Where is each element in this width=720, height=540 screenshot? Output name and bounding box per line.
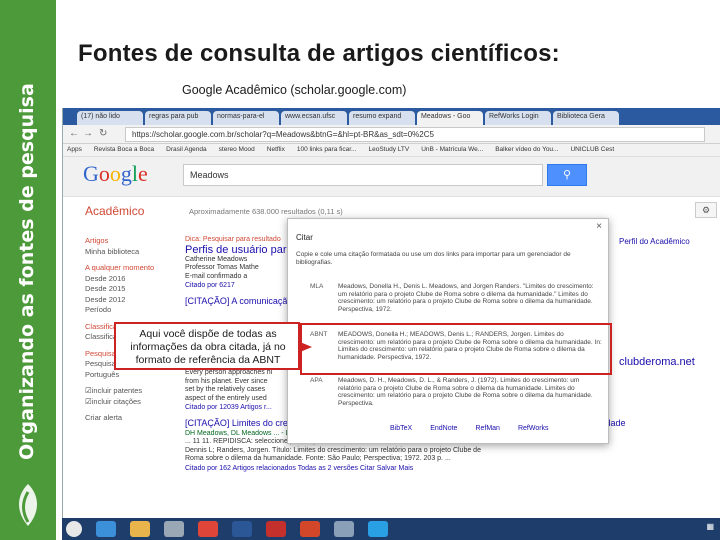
create-alert-button[interactable]: Criar alerta bbox=[85, 413, 185, 424]
academic-label: Acadêmico bbox=[85, 204, 145, 218]
slide-subtitle: Google Acadêmico (scholar.google.com) bbox=[182, 83, 407, 97]
bookmark[interactable]: stereo Mood bbox=[219, 144, 255, 156]
bookmark[interactable]: UNICLUB Cest bbox=[570, 144, 614, 156]
export-links: BibTeX EndNote RefMan RefWorks bbox=[390, 425, 567, 432]
tab-bar: (17) não lido regras para pub normas-par… bbox=[63, 108, 720, 125]
sidebar-item-since[interactable]: Desde 2016 bbox=[85, 274, 185, 285]
sidebar-item-library[interactable]: Minha biblioteca bbox=[85, 247, 185, 258]
ie-icon[interactable] bbox=[96, 521, 116, 537]
bookmarks-bar: Apps Revista Boca a Boca Drasil Agenda s… bbox=[63, 144, 720, 157]
close-icon[interactable]: × bbox=[596, 221, 602, 232]
address-bar: ← → ↻ https://scholar.google.com.br/scho… bbox=[63, 125, 720, 144]
refman-link[interactable]: RefMan bbox=[475, 425, 500, 432]
scholar-profile-link[interactable]: Perfil do Acadêmico bbox=[619, 237, 690, 246]
browser-tab[interactable]: RefWorks Login bbox=[485, 111, 551, 125]
explorer-icon[interactable] bbox=[130, 521, 150, 537]
bookmark[interactable]: UnB - Matrícula We... bbox=[421, 144, 483, 156]
forward-icon[interactable]: → bbox=[83, 128, 93, 139]
gear-icon[interactable]: ⚙ bbox=[695, 202, 717, 218]
abnt-highlight-box bbox=[300, 323, 612, 375]
callout-text: Aqui você dispõe de todas as informações… bbox=[130, 328, 286, 366]
side-title: Organizando as fontes de pesquisa bbox=[16, 83, 38, 460]
bookmark[interactable]: Netflix bbox=[267, 144, 285, 156]
refworks-link[interactable]: RefWorks bbox=[518, 425, 549, 432]
search-button[interactable]: ⚲ bbox=[547, 164, 587, 186]
sidebar-item-articles[interactable]: Artigos bbox=[85, 236, 185, 247]
bookmark[interactable]: Drasil Agenda bbox=[166, 144, 206, 156]
browser-tab[interactable]: (17) não lido bbox=[77, 111, 143, 125]
system-tray-icon[interactable]: ▦ bbox=[706, 522, 714, 531]
citation-label: APA bbox=[310, 377, 323, 384]
sidebar-item-period[interactable]: Período bbox=[85, 305, 185, 316]
browser-tab[interactable]: Biblioteca Gera bbox=[553, 111, 619, 125]
start-icon[interactable] bbox=[66, 521, 82, 537]
bookmark[interactable]: Balker vídeo do You... bbox=[495, 144, 558, 156]
browser-tab[interactable]: www.ecsan.ufsc bbox=[281, 111, 347, 125]
bookmark[interactable]: Apps bbox=[67, 144, 82, 156]
browser-tab[interactable]: resumo expand bbox=[349, 111, 415, 125]
dialog-intro: Copie e cole uma citação formatada ou us… bbox=[296, 251, 571, 266]
media-icon[interactable] bbox=[164, 521, 184, 537]
reload-icon[interactable]: ↻ bbox=[99, 128, 107, 139]
citation-text[interactable]: Meadows, D. H., Meadows, D. L., & Rander… bbox=[338, 377, 602, 407]
browser-tab-active[interactable]: Meadows - Goo bbox=[417, 111, 483, 125]
bibtex-link[interactable]: BibTeX bbox=[390, 425, 412, 432]
result-links[interactable]: Citado por 162 Artigos relacionados Toda… bbox=[185, 464, 720, 473]
sidebar-item-anytime[interactable]: A qualquer momento bbox=[85, 263, 185, 274]
google-header: Google Meadows ⚲ bbox=[63, 157, 720, 197]
citation-apa[interactable]: APA Meadows, D. H., Meadows, D. L., & Ra… bbox=[310, 377, 602, 407]
arrow-right-icon bbox=[300, 342, 312, 352]
result-count: Aproximadamente 638.000 resultados (0,11… bbox=[189, 207, 343, 216]
bookmark[interactable]: 100 links para ficar... bbox=[297, 144, 357, 156]
citation-mla[interactable]: MLA Meadows, Donella H., Denis L. Meadow… bbox=[310, 283, 602, 313]
checkbox-patents[interactable]: incluir patentes bbox=[85, 386, 185, 397]
citation-text[interactable]: Meadows, Donella H., Denis L. Meadows, a… bbox=[338, 283, 602, 313]
photos-icon[interactable] bbox=[334, 521, 354, 537]
word-icon[interactable] bbox=[232, 521, 252, 537]
result-snippet: Roma sobre o dilema da humanidade. Fonte… bbox=[185, 455, 451, 462]
callout-box: Aqui você dispõe de todas as informações… bbox=[114, 322, 300, 370]
citation-label: MLA bbox=[310, 283, 324, 290]
slide-title: Fontes de consulta de artigos científico… bbox=[78, 40, 560, 67]
search-icon: ⚲ bbox=[562, 169, 572, 181]
bookmark[interactable]: Revista Boca a Boca bbox=[94, 144, 154, 156]
chrome-icon[interactable] bbox=[198, 521, 218, 537]
taskbar: ▦ bbox=[62, 518, 720, 540]
sidebar-item-since[interactable]: Desde 2015 bbox=[85, 284, 185, 295]
checkbox-citations[interactable]: incluir citações bbox=[85, 397, 185, 408]
powerpoint-icon[interactable] bbox=[300, 521, 320, 537]
url-input[interactable]: https://scholar.google.com.br/scholar?q=… bbox=[125, 127, 705, 142]
leaf-logo-icon bbox=[19, 484, 37, 526]
pdf-source-link[interactable]: clubderoma.net bbox=[619, 356, 695, 368]
bookmark[interactable]: LeoStudy LTV bbox=[368, 144, 409, 156]
endnote-link[interactable]: EndNote bbox=[430, 425, 457, 432]
google-logo[interactable]: Google bbox=[83, 161, 148, 187]
browser-tab[interactable]: regras para pub bbox=[145, 111, 211, 125]
back-icon[interactable]: ← bbox=[69, 128, 79, 139]
skype-icon[interactable] bbox=[368, 521, 388, 537]
pdf-icon[interactable] bbox=[266, 521, 286, 537]
sidebar-item-since[interactable]: Desde 2012 bbox=[85, 295, 185, 306]
browser-tab[interactable]: normas-para-el bbox=[213, 111, 279, 125]
result-snippet: Dennis L; Randers, Jorgen. Título: Limit… bbox=[185, 446, 481, 454]
search-input[interactable]: Meadows bbox=[183, 164, 543, 186]
dialog-title: Citar bbox=[296, 233, 313, 242]
